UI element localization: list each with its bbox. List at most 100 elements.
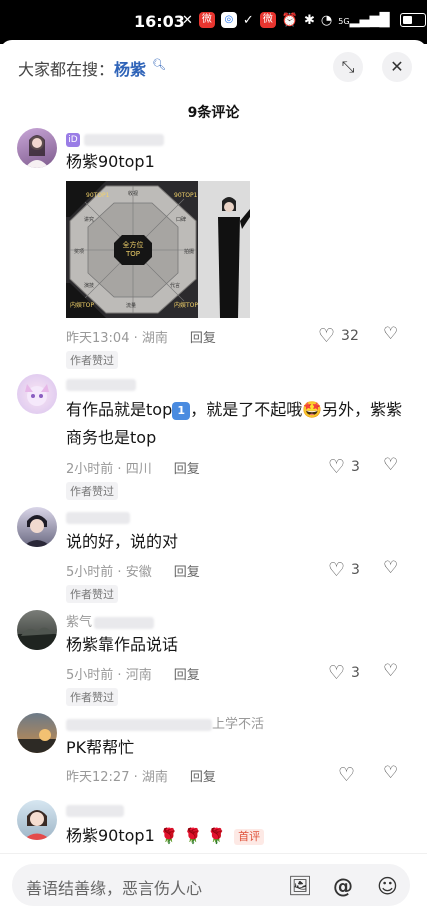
segment-label: 拍摄 (184, 248, 194, 255)
commenter-name[interactable] (66, 803, 124, 818)
like-button[interactable]: ♡ 3 (328, 456, 360, 478)
reply-button[interactable]: 回复 (174, 462, 200, 477)
top-octagon-graphic: 全方位 TOP 90TOP1 90TOP1 内娱TOP 内娱TOP 收视 口碑 拍… (66, 181, 250, 318)
search-keyword[interactable]: 杨紫 (114, 60, 146, 79)
blurred-username (84, 133, 165, 146)
reply-button[interactable]: 回复 (190, 331, 216, 346)
avatar-image (17, 729, 57, 753)
close-button[interactable]: ✕ (382, 52, 412, 82)
segment-label: 讲究 (84, 216, 94, 223)
reply-button[interactable]: 回复 (174, 668, 200, 683)
link-icon: ✓ (242, 12, 254, 28)
dislike-button[interactable]: ♡ (383, 763, 398, 783)
comment-location: 安徽 (125, 565, 152, 580)
commenter-name[interactable]: 上学不活 (66, 713, 264, 732)
like-button[interactable]: ♡ 3 (328, 559, 360, 581)
commenter-name[interactable]: iD (66, 132, 165, 147)
comment-meta: 5小时前 · 安徽 回复 (66, 565, 200, 580)
comment-meta: 昨天13:04 · 湖南 回复 (66, 331, 216, 346)
commenter-name-suffix: 上学不活 (212, 717, 265, 732)
dislike-button[interactable]: ♡ (383, 455, 398, 475)
commenter-name[interactable] (66, 377, 136, 392)
rose-emoji: 🌹 (159, 827, 179, 845)
segment-label: 演技 (84, 282, 94, 289)
hot-search-bar[interactable]: 大家都在搜：杨紫 (18, 56, 146, 80)
avatar[interactable] (17, 800, 57, 840)
comment-location: 湖南 (141, 331, 168, 346)
broken-heart-icon: ♡ (383, 324, 399, 344)
broken-heart-icon: ♡ (383, 763, 399, 783)
comment-time: 2小时前 (66, 462, 114, 477)
comment-location: 湖南 (141, 770, 168, 785)
blurred-username (94, 616, 155, 629)
author-liked-badge: 作者赞过 (66, 585, 118, 603)
commenter-name[interactable]: 紫气 (66, 611, 155, 630)
star-struck-emoji: 🤩 (302, 400, 323, 419)
comment-text-part: ，就是了不起哦 (190, 400, 303, 419)
heart-icon: ♡ (328, 662, 346, 684)
reply-button[interactable]: 回复 (174, 565, 200, 580)
5g-signal-icon: 5G▂▄▆█ (338, 12, 390, 28)
like-button[interactable]: ♡ 3 (328, 662, 360, 684)
comment-time: 昨天12:27 (66, 770, 130, 785)
commenter-name[interactable] (66, 510, 130, 525)
corner-label-tl: 90TOP1 (86, 192, 110, 199)
comment-text-part: 有作品就是top (66, 400, 173, 419)
dislike-button[interactable]: ♡ (383, 558, 398, 578)
rose-emoji: 🌹 (207, 827, 227, 845)
comments-sheet: 大家都在搜：杨紫 🔍︎ ⤡ ✕ 9条评论 iD 杨紫90top1 全方位 TOP… (0, 40, 427, 913)
weibo-app-icon: 微 (259, 12, 276, 28)
comment-text: PK帮帮忙 (66, 738, 135, 757)
image-icon[interactable]: 🖼︎ (288, 874, 312, 897)
comment-text-part: 杨紫90top1 (66, 826, 155, 845)
comment-time: 5小时前 (66, 565, 114, 580)
dislike-button[interactable]: ♡ (383, 324, 398, 344)
avatar-image (23, 515, 51, 547)
battery-icon (399, 13, 426, 27)
comment-text: 杨紫90top1 (66, 152, 155, 171)
reply-button[interactable]: 回复 (190, 770, 216, 785)
avatar[interactable] (17, 713, 57, 753)
segment-label: 代言 (170, 282, 180, 289)
search-icon: 🔍︎ (152, 58, 166, 71)
collapse-icon: ⤡ (341, 57, 355, 76)
status-icons: ✕ 微 ◎ ✓ 微 ⏰ ✱ ◔ 5G▂▄▆█ (182, 12, 426, 28)
heart-icon: ♡ (328, 456, 346, 478)
commenter-name-prefix: 紫气 (66, 615, 93, 630)
broken-heart-icon: ♡ (383, 661, 399, 681)
comment-image[interactable]: 全方位 TOP 90TOP1 90TOP1 内娱TOP 内娱TOP 收视 口碑 拍… (66, 181, 250, 318)
at-icon[interactable]: @ (333, 874, 353, 898)
status-time: 16:03 (134, 12, 185, 31)
like-count: 3 (351, 562, 360, 578)
author-liked-badge: 作者赞过 (66, 482, 118, 500)
avatar[interactable] (17, 610, 57, 650)
keycap-one-emoji: 1 (172, 401, 191, 420)
avatar-image (23, 810, 51, 840)
cloud-app-icon: ◎ (220, 12, 237, 28)
corner-label-bl: 内娱TOP (70, 301, 94, 309)
comment-meta: 2小时前 · 四川 回复 (66, 462, 200, 477)
close-icon: ✕ (390, 57, 404, 76)
emoji-icon[interactable]: ☺ (377, 874, 398, 898)
weibo-app-icon: 微 (198, 12, 215, 28)
broken-heart-icon: ♡ (383, 558, 399, 578)
avatar[interactable] (17, 507, 57, 547)
rose-emoji: 🌹 (183, 827, 203, 845)
comment-meta: 5小时前 · 河南 回复 (66, 668, 200, 683)
corner-label-br: 内娱TOP (174, 301, 198, 309)
comment-location: 河南 (125, 668, 152, 683)
comment-text: 有作品就是top 1 ，就是了不起哦🤩另外，紫紫商务也是top (66, 396, 411, 452)
like-button[interactable]: ♡ (338, 764, 355, 786)
avatar[interactable] (17, 374, 57, 414)
bluetooth-icon: ✱ (304, 12, 315, 28)
collapse-button[interactable]: ⤡ (333, 52, 363, 82)
corner-label-tr: 90TOP1 (174, 192, 198, 199)
dislike-button[interactable]: ♡ (383, 661, 398, 681)
like-button[interactable]: ♡ 32 (318, 325, 359, 347)
network-label: 5G (338, 16, 350, 26)
author-liked-badge: 作者赞过 (66, 351, 118, 369)
comment-meta: 昨天12:27 · 湖南 回复 (66, 770, 216, 785)
segment-label: 收视 (128, 190, 138, 197)
avatar[interactable] (17, 128, 57, 168)
author-liked-badge: 作者赞过 (66, 688, 118, 706)
